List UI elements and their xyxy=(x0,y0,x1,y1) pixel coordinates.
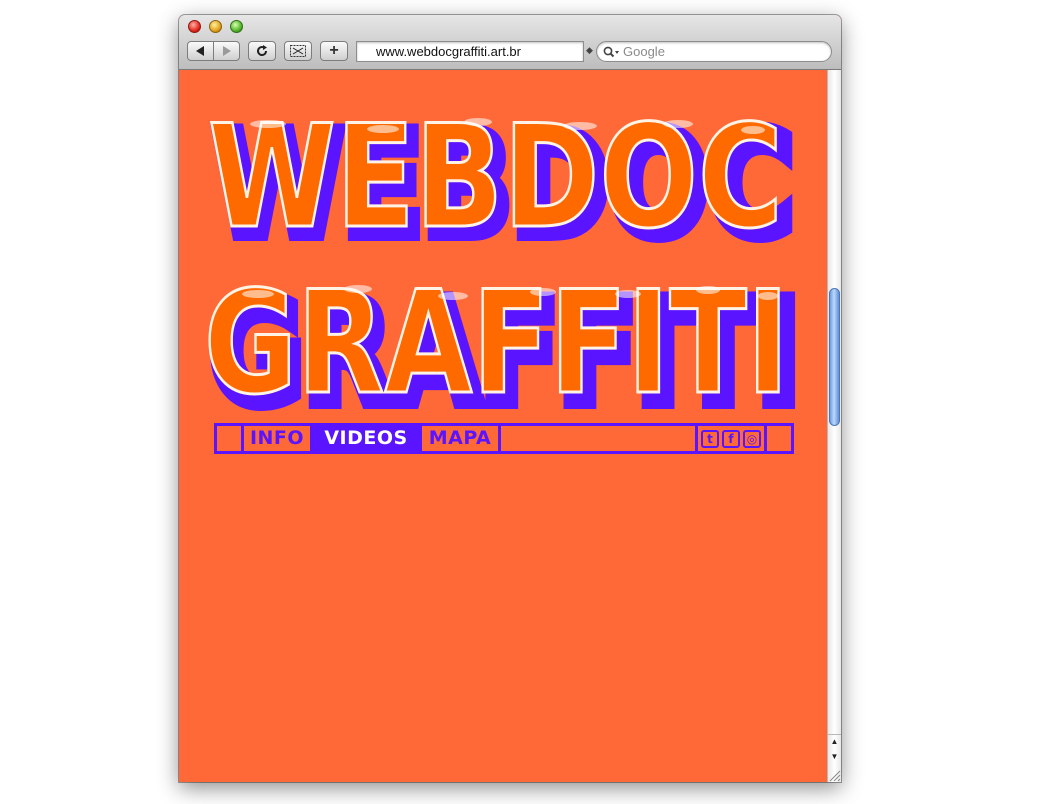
browser-toolbar: + www.webdocgraffiti.art.br ◆ Google xyxy=(179,15,841,70)
webdoc-graffiti-logo[interactable]: WEBDOC GRAFFITI WEBDOC GRAFFITI xyxy=(208,84,806,420)
facebook-icon[interactable]: f xyxy=(722,429,740,448)
logo-fill-layer: WEBDOC GRAFFITI xyxy=(208,94,791,420)
scrollbar-thumb[interactable] xyxy=(829,288,840,426)
main-navigation: INFO VIDEOS MAPA t f ◎ xyxy=(214,423,794,454)
nav-link-info[interactable]: INFO xyxy=(244,426,313,451)
nav-spacer-right xyxy=(767,426,791,451)
nav-spacer-middle xyxy=(501,426,695,451)
back-button[interactable] xyxy=(187,41,214,61)
forward-arrow-icon xyxy=(223,46,231,56)
svg-text:WEBDOC: WEBDOC xyxy=(208,95,783,260)
search-field[interactable]: Google xyxy=(596,41,832,62)
twitter-icon[interactable]: t xyxy=(701,429,719,448)
svg-text:GRAFFITI: GRAFFITI xyxy=(208,261,789,419)
nav-link-mapa[interactable]: MAPA xyxy=(419,426,501,451)
reload-icon xyxy=(257,45,268,57)
scroll-down-arrow-icon[interactable]: ▼ xyxy=(828,750,841,763)
snippet-button[interactable] xyxy=(284,41,312,61)
minimize-window-button[interactable] xyxy=(209,20,222,33)
forward-button[interactable] xyxy=(213,41,240,61)
add-bookmark-button[interactable]: + xyxy=(320,41,348,61)
scroll-up-arrow-icon[interactable]: ▲ xyxy=(828,734,841,748)
nav-spacer-left xyxy=(217,426,244,451)
close-window-button[interactable] xyxy=(188,20,201,33)
page-content: WEBDOC GRAFFITI WEBDOC GRAFFITI INFO VID… xyxy=(179,70,827,782)
address-dropdown-icon[interactable]: ◆ xyxy=(586,45,593,56)
nav-link-videos[interactable]: VIDEOS xyxy=(313,426,419,451)
search-placeholder: Google xyxy=(623,44,665,59)
search-icon xyxy=(603,46,619,57)
zoom-window-button[interactable] xyxy=(230,20,243,33)
resize-grip-icon[interactable] xyxy=(827,767,841,782)
reload-button[interactable] xyxy=(248,41,276,61)
address-bar[interactable]: www.webdocgraffiti.art.br xyxy=(356,41,584,62)
vertical-scrollbar[interactable]: ▲ ▼ xyxy=(827,70,841,782)
back-arrow-icon xyxy=(196,46,204,56)
instagram-icon[interactable]: ◎ xyxy=(743,429,761,448)
browser-window: + www.webdocgraffiti.art.br ◆ Google WEB… xyxy=(179,15,841,782)
scissors-icon xyxy=(290,45,306,57)
social-links: t f ◎ xyxy=(695,426,767,451)
